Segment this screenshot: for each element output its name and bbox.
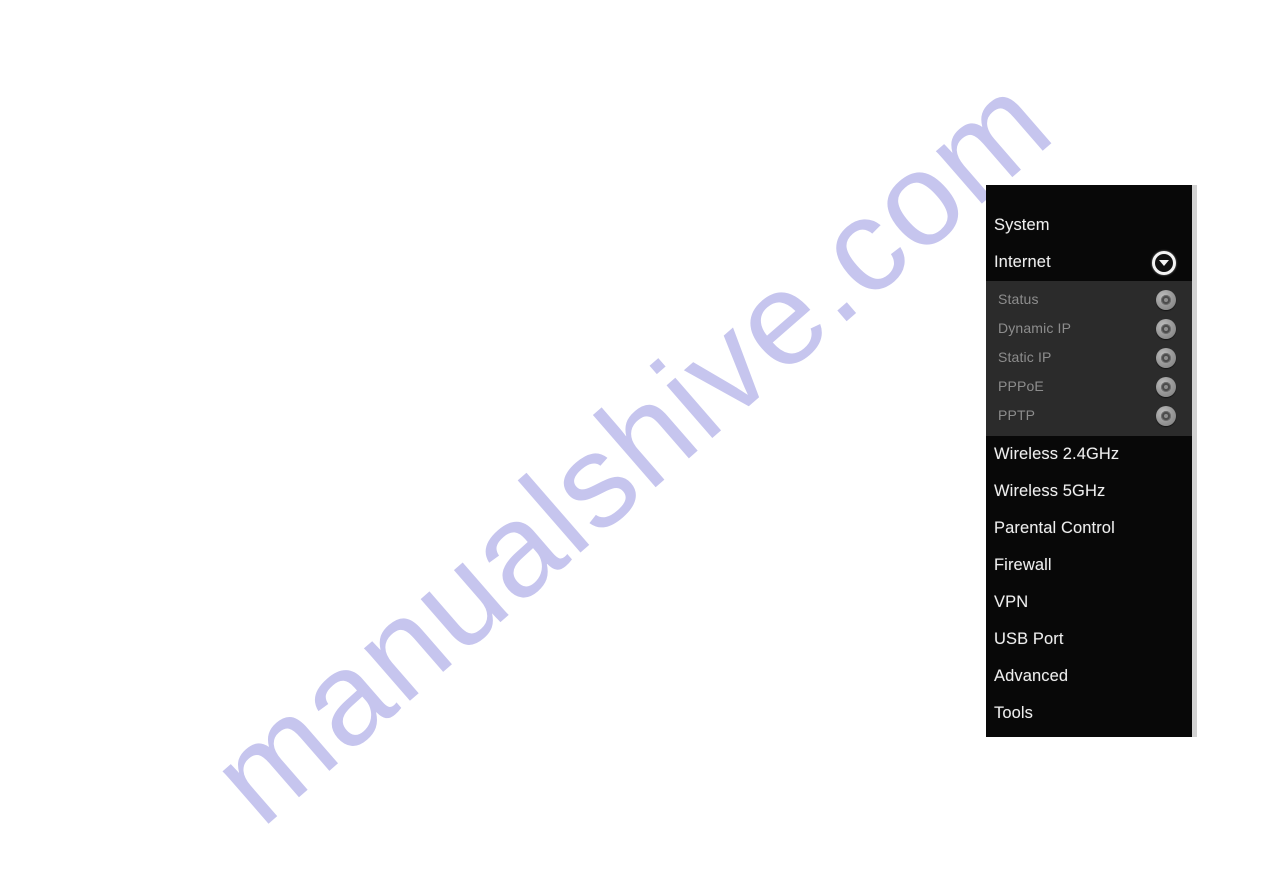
nav-top-spacer	[986, 185, 1192, 207]
nav-item-label: Advanced	[994, 667, 1069, 685]
radio-disc-icon[interactable]	[1156, 347, 1176, 368]
submenu-item-label: Dynamic IP	[998, 320, 1072, 336]
nav-item-wireless-24ghz[interactable]: Wireless 2.4GHz	[986, 436, 1192, 473]
nav-item-label: Wireless 5GHz	[994, 482, 1106, 500]
page-canvas: manualshive.com System Internet Status D…	[0, 0, 1263, 893]
radio-disc-icon[interactable]	[1156, 289, 1176, 310]
radio-disc-icon[interactable]	[1156, 405, 1176, 426]
submenu-item-static-ip[interactable]: Static IP	[986, 343, 1192, 372]
nav-item-label: VPN	[994, 593, 1029, 611]
radio-dot	[1164, 326, 1168, 331]
nav-item-tools[interactable]: Tools	[986, 695, 1192, 732]
nav-item-system[interactable]: System	[986, 207, 1192, 244]
submenu-item-status[interactable]: Status	[986, 285, 1192, 314]
nav-item-label: Tools	[994, 704, 1034, 722]
nav-item-label: Internet	[994, 253, 1051, 271]
nav-item-label: Wireless 2.4GHz	[994, 445, 1120, 463]
radio-dot	[1164, 355, 1168, 360]
submenu-item-label: PPTP	[998, 407, 1036, 423]
radio-ring	[1161, 381, 1171, 392]
submenu-item-label: Static IP	[998, 349, 1052, 365]
nav-item-label: System	[994, 216, 1050, 234]
chevron-down-icon[interactable]	[1152, 250, 1176, 275]
nav-item-label: USB Port	[994, 630, 1064, 648]
nav-item-firewall[interactable]: Firewall	[986, 547, 1192, 584]
radio-dot	[1164, 297, 1168, 302]
nav-item-advanced[interactable]: Advanced	[986, 658, 1192, 695]
navigation-panel: System Internet Status Dynamic IP Static…	[986, 185, 1197, 737]
radio-dot	[1164, 413, 1168, 418]
chevron-inner-disc	[1155, 253, 1173, 272]
submenu-item-dynamic-ip[interactable]: Dynamic IP	[986, 314, 1192, 343]
nav-item-parental-control[interactable]: Parental Control	[986, 510, 1192, 547]
nav-item-vpn[interactable]: VPN	[986, 584, 1192, 621]
internet-submenu: Status Dynamic IP Static IP PPPoE PPTP	[986, 281, 1192, 436]
nav-item-label: Firewall	[994, 556, 1052, 574]
nav-item-usb-port[interactable]: USB Port	[986, 621, 1192, 658]
chevron-caret	[1159, 260, 1169, 266]
radio-ring	[1161, 352, 1171, 363]
radio-disc-icon[interactable]	[1156, 318, 1176, 339]
submenu-item-label: Status	[998, 291, 1039, 307]
radio-ring	[1161, 410, 1171, 421]
submenu-item-pptp[interactable]: PPTP	[986, 401, 1192, 430]
submenu-item-pppoe[interactable]: PPPoE	[986, 372, 1192, 401]
nav-item-wireless-5ghz[interactable]: Wireless 5GHz	[986, 473, 1192, 510]
submenu-item-label: PPPoE	[998, 378, 1044, 394]
nav-item-label: Parental Control	[994, 519, 1115, 537]
radio-ring	[1161, 294, 1171, 305]
radio-ring	[1161, 323, 1171, 334]
radio-disc-icon[interactable]	[1156, 376, 1176, 397]
radio-dot	[1164, 384, 1168, 389]
nav-item-internet[interactable]: Internet	[986, 244, 1192, 281]
watermark-text: manualshive.com	[183, 46, 1078, 851]
